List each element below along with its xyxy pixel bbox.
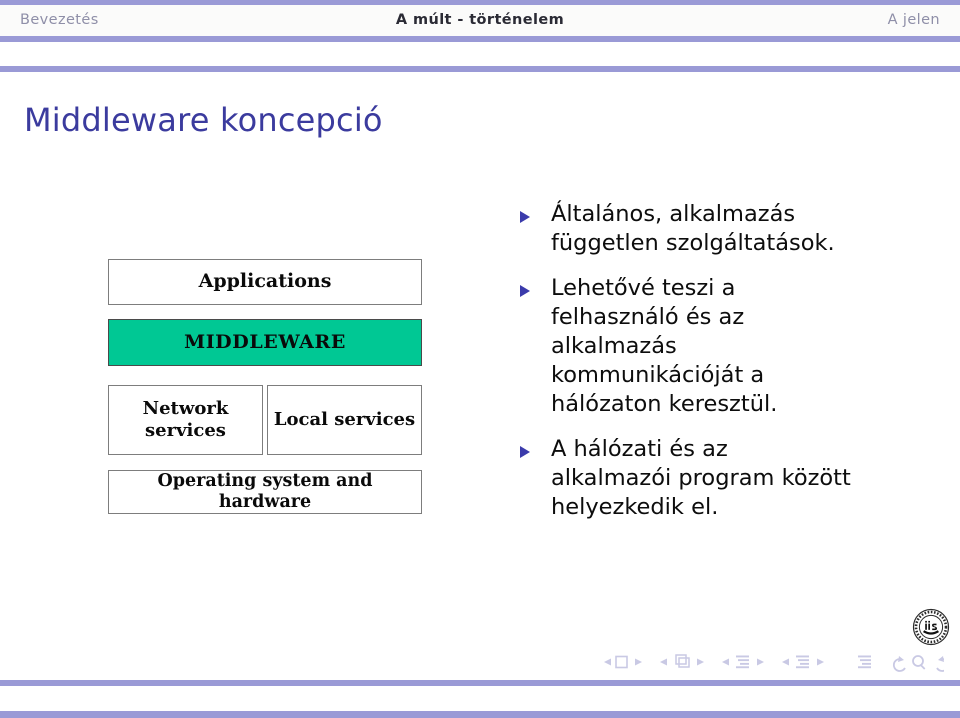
university-seal-logo [912,608,950,646]
list-item-text: A hálózati és az alkalmazói program közö… [551,436,851,521]
bullet-list: Általános, alkalmazás független szolgált… [513,200,853,538]
search-handle-icon [920,664,926,670]
next-subsection-icon [697,658,704,666]
bullet-triangle-icon [520,211,530,223]
header-bottom-rule [0,66,960,72]
middleware-layer-stack-diagram: Applications MIDDLEWARE Network services… [108,259,422,515]
bullet-triangle-icon [520,446,530,459]
prev-doc-icon [782,658,789,666]
nav-section-a-mult-tortenelem[interactable]: A múlt - történelem [0,12,960,28]
list-item: Általános, alkalmazás független szolgált… [513,200,853,258]
section-icon [736,655,749,669]
document-icon [796,655,809,669]
list-item-text: Általános, alkalmazás független szolgált… [551,201,835,257]
nav-section-a-jelen[interactable]: A jelen [888,12,940,28]
prev-frame-icon [604,658,611,666]
subsection-icon [675,654,690,668]
footer-bottom-rule [0,711,960,718]
toc-icon [858,655,871,669]
beamer-navigation-bar[interactable] [600,651,944,673]
prev-subsection-icon [660,658,667,666]
list-item-text: Lehetővé teszi a felhasználó és az alkal… [551,275,778,418]
diagram-box-local-services: Local services [267,385,422,455]
frame-icon [615,655,628,669]
diagram-box-network-services: Network services [108,385,263,455]
bullet-triangle-icon [520,285,530,298]
back-arrow-head-icon [898,656,904,662]
diagram-box-applications: Applications [108,259,422,305]
next-frame-icon [635,658,642,666]
list-item: Lehetővé teszi a felhasználó és az alkal… [513,274,853,419]
next-doc-icon [817,658,824,666]
page-title: Middleware koncepció [24,101,383,139]
prev-section-icon [722,658,729,666]
diagram-box-middleware: MIDDLEWARE [108,319,422,366]
list-item: A hálózati és az alkalmazói program közö… [513,435,853,522]
header-spacer [0,42,960,66]
next-section-icon [757,658,764,666]
header-navigation: Bevezetés A múlt - történelem A jelen [0,5,960,36]
footer-spacer [0,686,960,711]
diagram-box-operating-system: Operating system and hardware [108,470,422,514]
forward-arrow-head-icon [938,656,944,662]
